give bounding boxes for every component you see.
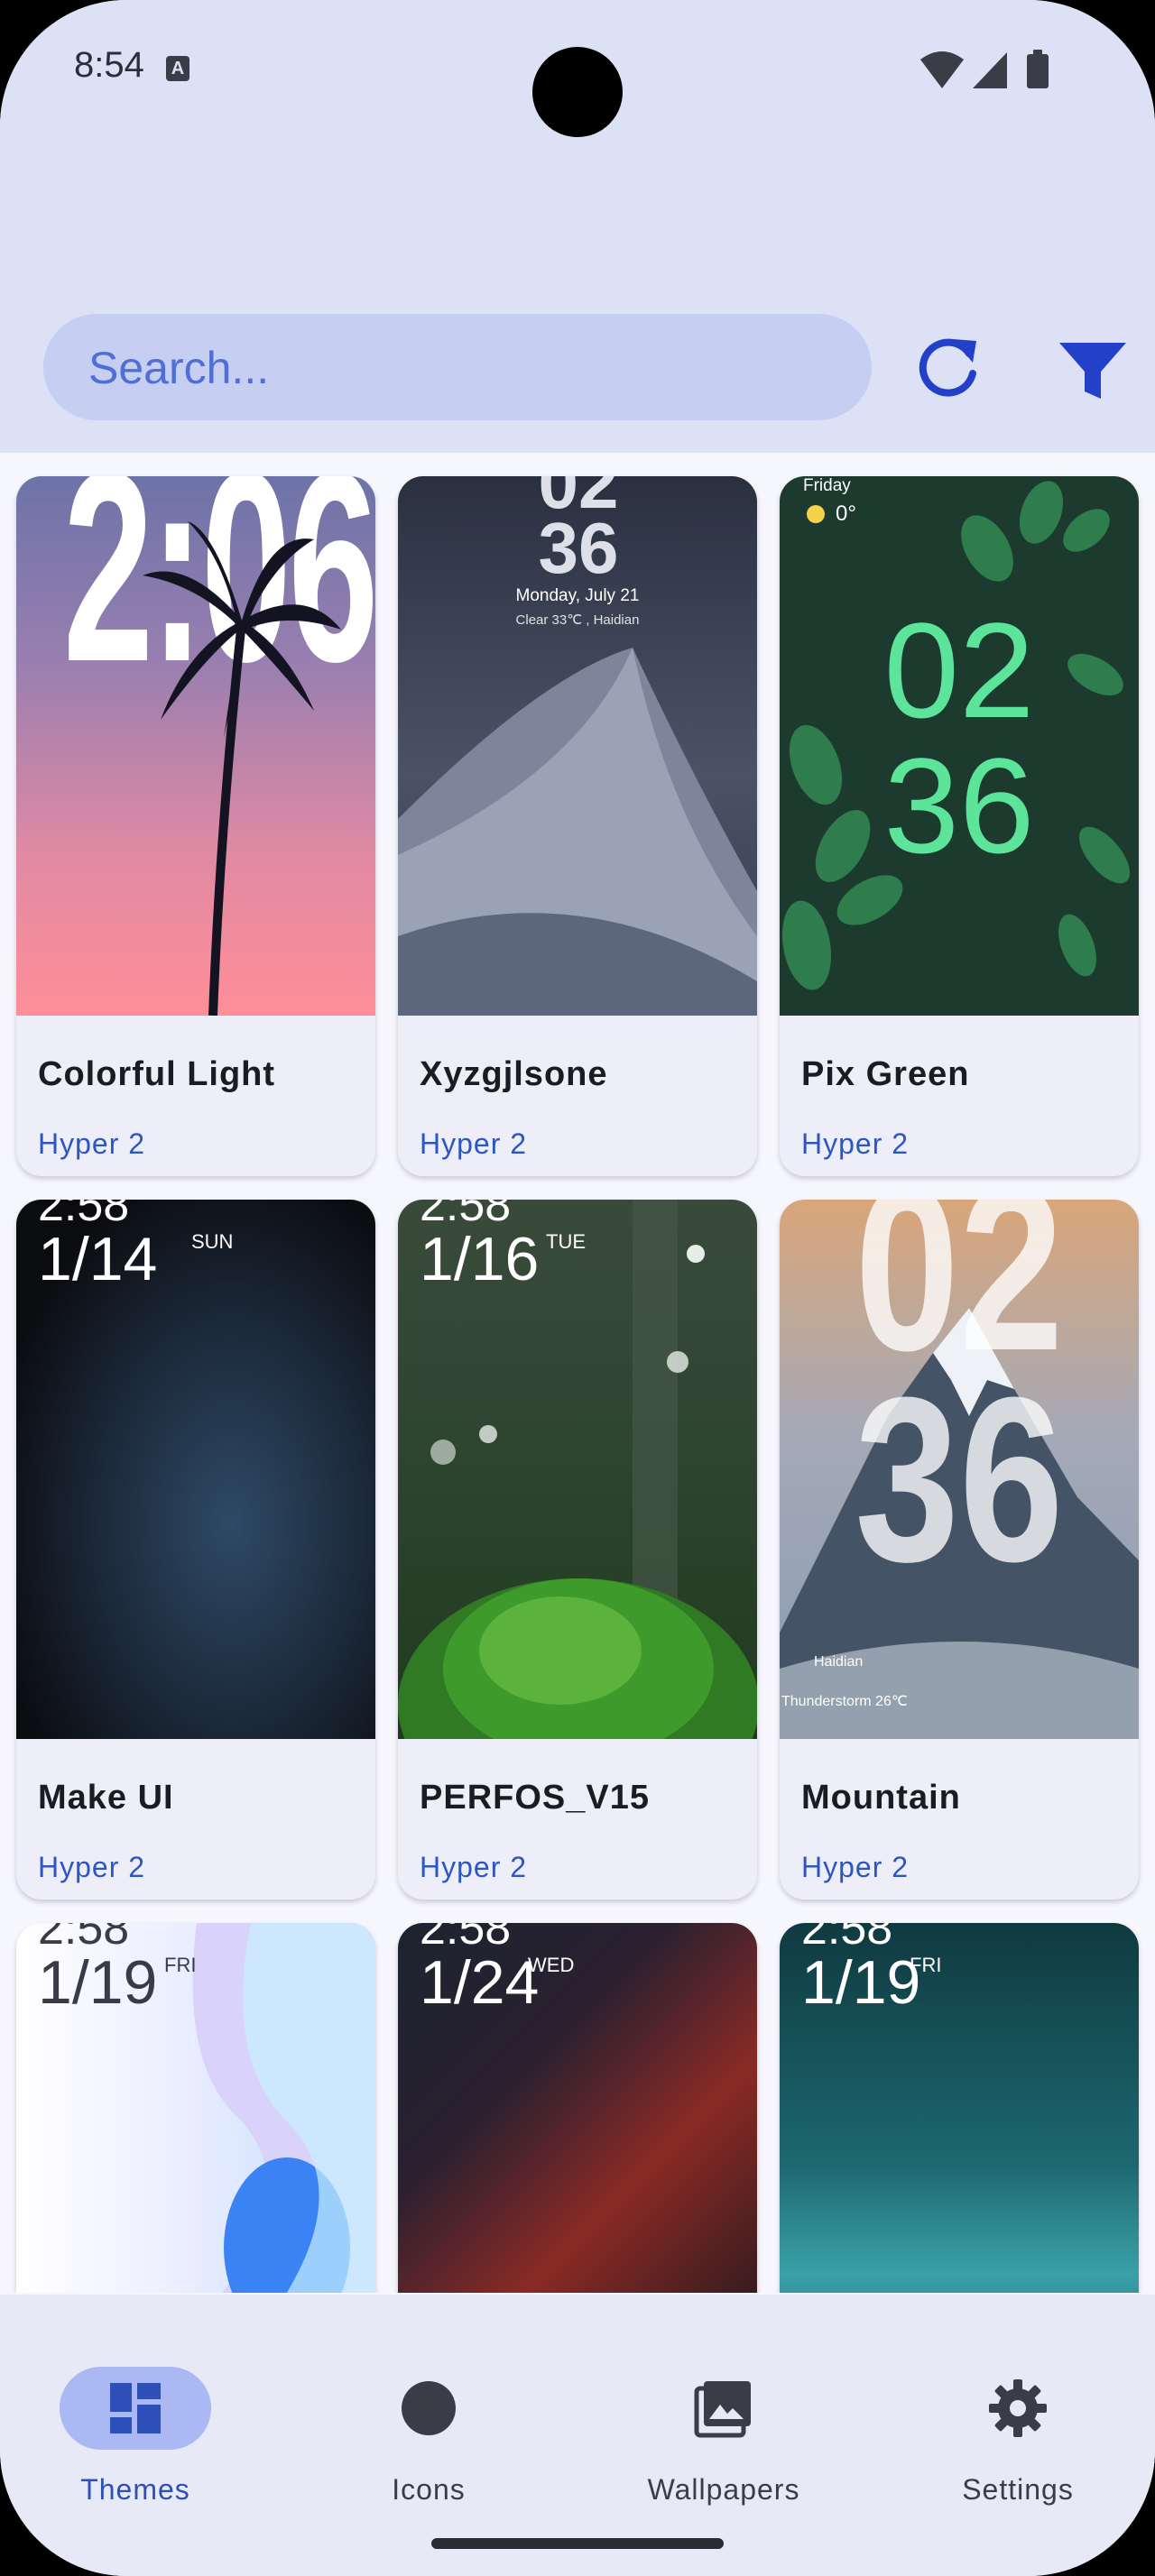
dune-image	[398, 648, 757, 1016]
image-icon	[694, 2381, 751, 2438]
theme-preview: 2:58 1/14 SUN	[16, 1200, 375, 1739]
clock-hours: 02	[883, 594, 1035, 746]
theme-title: Colorful Light	[38, 1055, 276, 1093]
theme-card[interactable]: 02 36 Haidian Thunderstorm 26℃ Mountain …	[780, 1200, 1139, 1900]
clock-minutes: 36	[538, 508, 619, 588]
signal-icon	[973, 52, 1007, 88]
theme-preview: 2:58 1/19 FRI	[780, 1923, 1139, 2293]
nav-label: Settings	[962, 2473, 1074, 2506]
gear-icon	[989, 2379, 1047, 2437]
palm-tree-image	[143, 521, 341, 1016]
clock-minutes: 36	[855, 1349, 1064, 1611]
refresh-icon[interactable]	[913, 327, 985, 408]
lock-date: 1/14	[38, 1225, 158, 1293]
wifi-icon	[920, 51, 964, 88]
lock-day: Friday	[803, 476, 851, 495]
theme-subtitle: Hyper 2	[801, 1851, 910, 1883]
theme-title: Xyzgjlsone	[420, 1055, 608, 1093]
theme-preview: 2:58 1/19 FRI	[16, 1923, 375, 2293]
dashboard-icon	[110, 2383, 161, 2433]
bottom-navigation: Themes Icons Wallpapers Settings	[0, 2295, 1155, 2576]
theme-preview: 02 36 Haidian Thunderstorm 26℃	[780, 1200, 1139, 1739]
lock-weather: Thunderstorm 26℃	[781, 1694, 908, 1709]
circle-icon	[402, 2381, 456, 2435]
themes-grid: 2:06 Colorful Light Hyper 2 02 36 Monday…	[0, 453, 1155, 2293]
lock-date: Monday, July 21	[515, 586, 640, 605]
notification-icon: A	[166, 56, 189, 81]
theme-preview: 2:06	[16, 476, 375, 1016]
theme-subtitle: Hyper 2	[420, 1127, 528, 1160]
clock-minutes: 36	[883, 730, 1035, 881]
status-icons	[920, 50, 1049, 88]
lock-date: 1/24	[420, 1948, 540, 2017]
status-time: 8:54	[74, 45, 144, 85]
lock-weekday: SUN	[191, 1230, 234, 1253]
nav-icons[interactable]: Icons	[320, 2327, 537, 2506]
lock-date: 1/16	[420, 1225, 540, 1293]
theme-card[interactable]: 2:58 1/19 FRI	[16, 1923, 375, 2293]
top-app-bar: 8:54 A	[0, 0, 1155, 453]
theme-preview: Friday 0° 02 36	[780, 476, 1139, 1016]
home-indicator[interactable]	[431, 2538, 724, 2549]
theme-card[interactable]: Friday 0° 02 36 Pix Green Hyper 2	[780, 476, 1139, 1176]
lock-temp: 0°	[836, 501, 856, 526]
theme-title: PERFOS_V15	[420, 1779, 650, 1817]
battery-icon	[1027, 54, 1049, 88]
lock-weather: Clear 33℃ , Haidian	[515, 612, 640, 628]
theme-subtitle: Hyper 2	[38, 1127, 146, 1160]
theme-preview: 02 36 Monday, July 21 Clear 33℃ , Haidia…	[398, 476, 757, 1016]
camera-cutout	[532, 47, 623, 137]
theme-card[interactable]: 02 36 Monday, July 21 Clear 33℃ , Haidia…	[398, 476, 757, 1176]
lock-weekday: TUE	[546, 1230, 586, 1253]
theme-title: Pix Green	[801, 1055, 970, 1093]
search-input[interactable]	[87, 314, 830, 422]
theme-preview: 2:58 1/16 TUE	[398, 1200, 757, 1739]
theme-card[interactable]: 2:58 1/16 TUE PERFOS_V15 Hyper 2	[398, 1200, 757, 1900]
theme-subtitle: Hyper 2	[38, 1851, 146, 1883]
theme-card[interactable]: 2:06 Colorful Light Hyper 2	[16, 476, 375, 1176]
theme-subtitle: Hyper 2	[420, 1851, 528, 1883]
lock-weekday: WED	[528, 1954, 575, 1976]
app-screen: 8:54 A 2:06	[0, 0, 1155, 2576]
sun-icon	[807, 505, 825, 523]
theme-preview: 2:58 1/24 WED	[398, 1923, 757, 2293]
lock-weekday: FRI	[164, 1954, 197, 1976]
nav-themes[interactable]: Themes	[27, 2327, 244, 2506]
search-box[interactable]	[43, 314, 872, 422]
lock-date: 1/19	[38, 1948, 158, 2017]
theme-card[interactable]: 2:58 1/14 SUN Make UI Hyper 2	[16, 1200, 375, 1900]
clock-hours: 02	[855, 1200, 1064, 1400]
theme-card[interactable]: 2:58 1/24 WED	[398, 1923, 757, 2293]
theme-subtitle: Hyper 2	[801, 1127, 910, 1160]
theme-title: Make UI	[38, 1779, 174, 1817]
filter-icon[interactable]	[1052, 327, 1133, 408]
nav-settings[interactable]: Settings	[910, 2327, 1126, 2506]
nav-label: Wallpapers	[647, 2473, 800, 2506]
lock-weekday: FRI	[910, 1954, 942, 1976]
nav-label: Themes	[80, 2473, 190, 2506]
nav-wallpapers[interactable]: Wallpapers	[615, 2327, 832, 2506]
nav-label: Icons	[392, 2473, 466, 2506]
theme-title: Mountain	[801, 1779, 961, 1817]
theme-card[interactable]: 2:58 1/19 FRI	[780, 1923, 1139, 2293]
lock-date: 1/19	[801, 1948, 921, 2017]
lock-location: Haidian	[814, 1654, 864, 1670]
